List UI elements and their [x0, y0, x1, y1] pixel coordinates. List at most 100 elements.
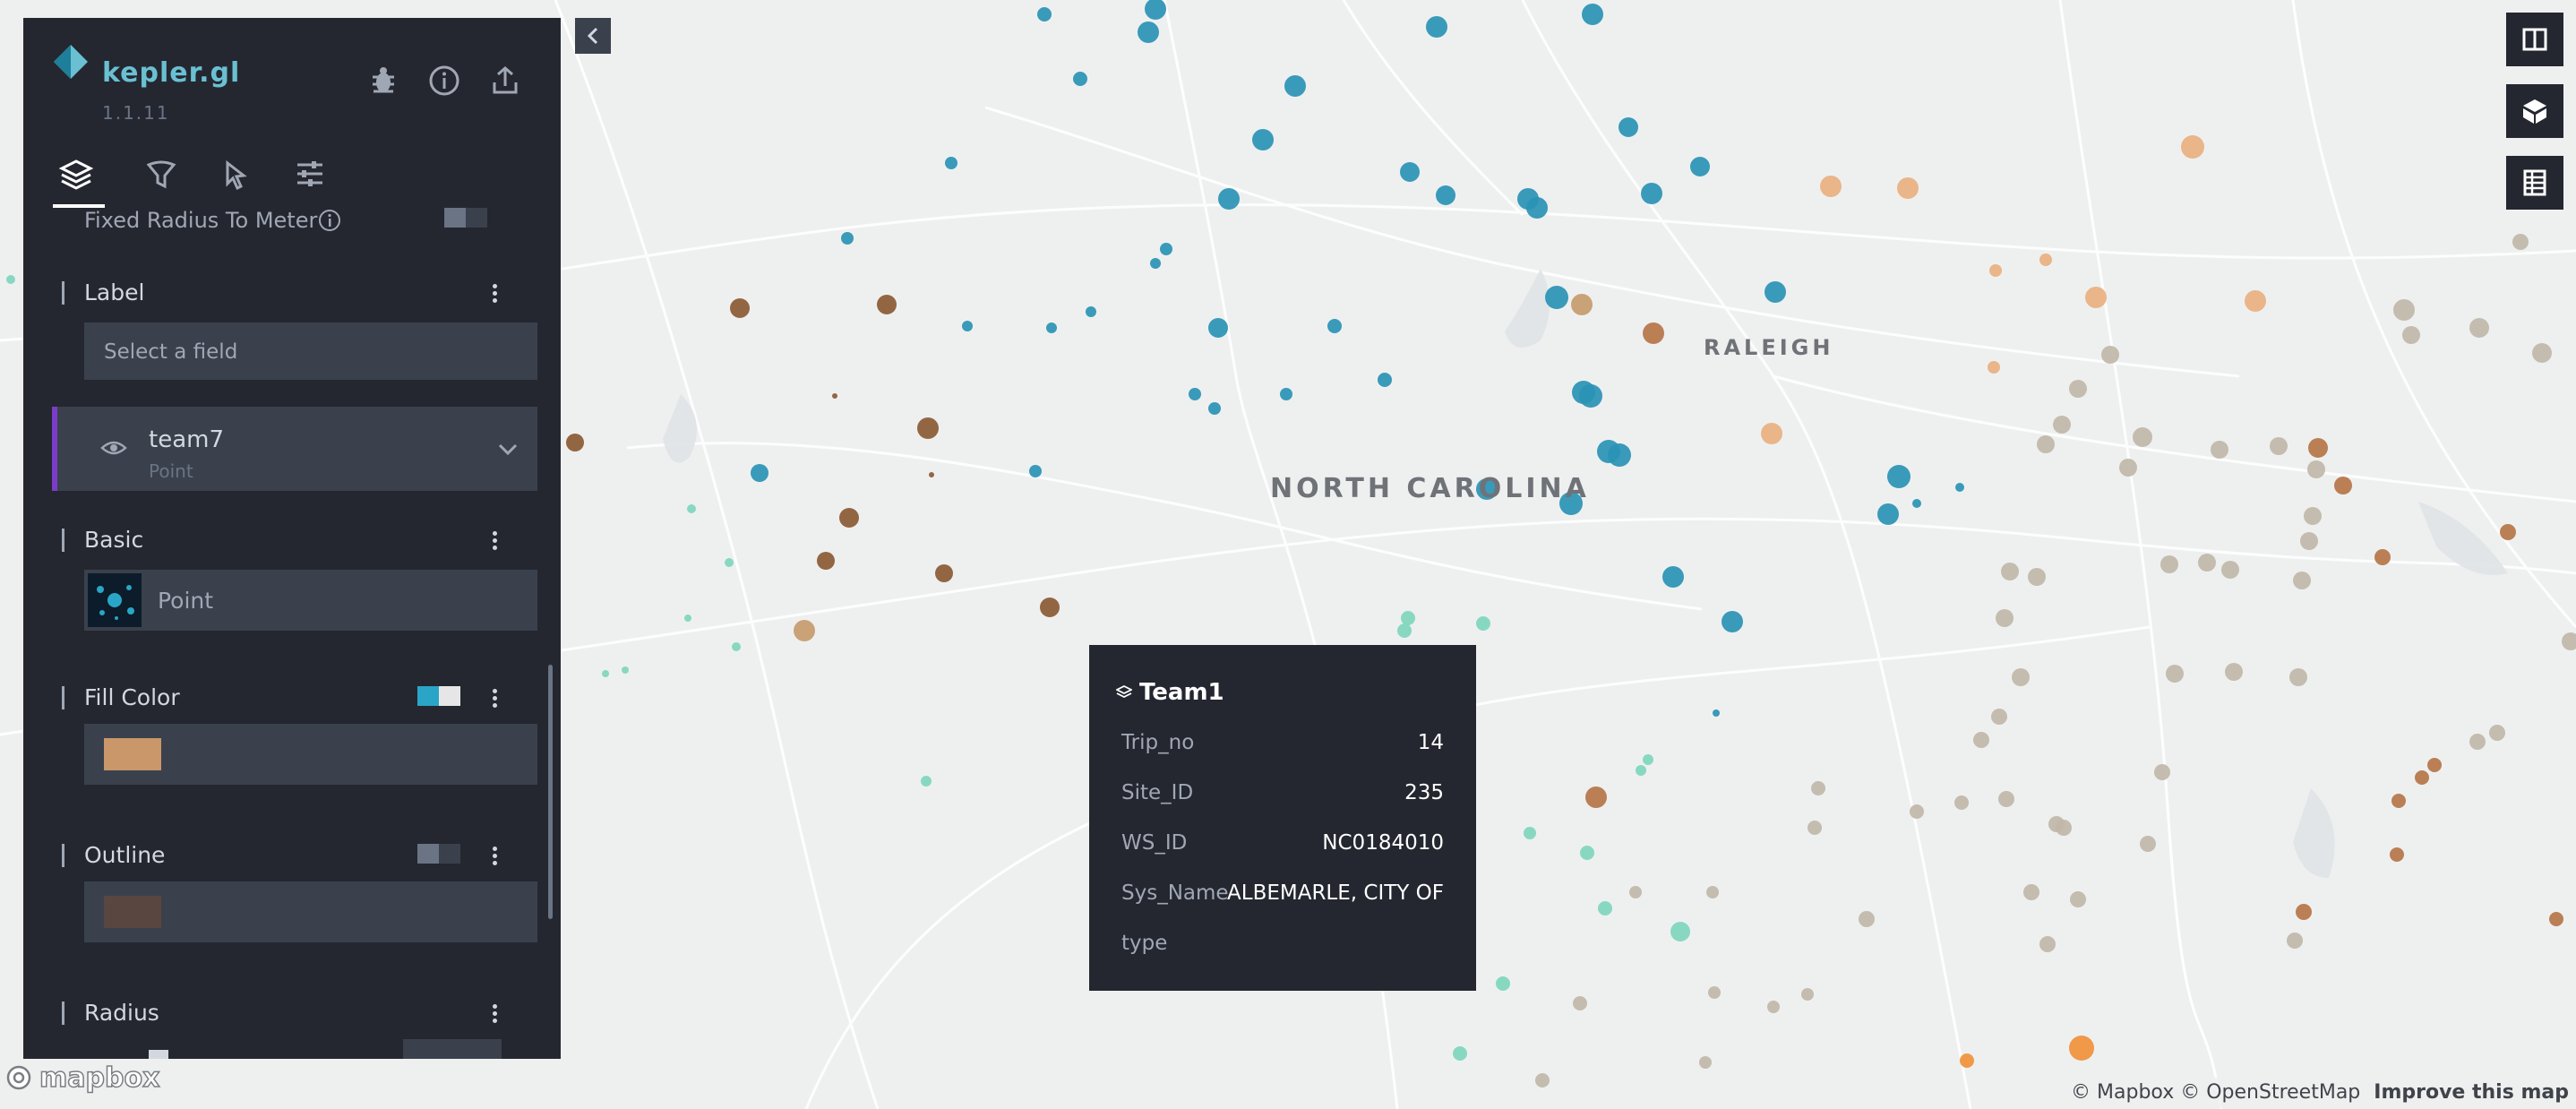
map-point[interactable]: [1619, 117, 1638, 137]
map-point[interactable]: [2289, 668, 2307, 686]
map-point[interactable]: [2225, 663, 2243, 681]
tab-filters[interactable]: [138, 152, 185, 206]
map-point[interactable]: [839, 508, 859, 528]
map-point[interactable]: [2532, 343, 2552, 363]
radius-input[interactable]: [403, 1039, 502, 1059]
map-point[interactable]: [2500, 524, 2516, 540]
map-point[interactable]: [2300, 532, 2318, 550]
map-point[interactable]: [1708, 986, 1721, 999]
map-point[interactable]: [1401, 611, 1415, 625]
map-point[interactable]: [1670, 922, 1690, 941]
layer-type-select[interactable]: Point: [84, 570, 537, 631]
map-point[interactable]: [1252, 129, 1274, 150]
map-point[interactable]: [1426, 16, 1447, 38]
map-point[interactable]: [1327, 319, 1342, 333]
radius-slider-handle[interactable]: [149, 1050, 168, 1059]
map-point[interactable]: [2211, 441, 2228, 459]
map-point[interactable]: [2415, 770, 2429, 785]
map-point[interactable]: [2053, 416, 2071, 434]
map-point[interactable]: [2287, 933, 2303, 949]
fill-color-menu-icon[interactable]: [489, 686, 500, 713]
radius-menu-icon[interactable]: [489, 1002, 500, 1028]
map-point[interactable]: [1571, 294, 1593, 315]
map-point[interactable]: [1160, 243, 1172, 255]
map-point[interactable]: [2512, 234, 2529, 250]
fill-color-picker[interactable]: [84, 724, 537, 785]
map-point[interactable]: [2402, 326, 2420, 344]
tab-map-style[interactable]: [287, 152, 333, 206]
map-point[interactable]: [1284, 75, 1306, 97]
map-point[interactable]: [794, 620, 815, 641]
map-point[interactable]: [2390, 847, 2404, 862]
map-point[interactable]: [1713, 709, 1720, 717]
map-point[interactable]: [1378, 373, 1392, 387]
layer-panel-header[interactable]: team7 Point: [52, 407, 537, 491]
map-point[interactable]: [2374, 549, 2391, 565]
map-point[interactable]: [945, 157, 957, 169]
map-point[interactable]: [1629, 886, 1642, 898]
map-point[interactable]: [2304, 507, 2322, 525]
map-point[interactable]: [1280, 388, 1292, 400]
map-point[interactable]: [2469, 318, 2489, 338]
map-point[interactable]: [1767, 1001, 1780, 1013]
map-point[interactable]: [2039, 254, 2052, 266]
map-point[interactable]: [1436, 185, 1455, 205]
map-point[interactable]: [2427, 758, 2442, 772]
outline-toggle[interactable]: [417, 844, 460, 864]
map-point[interactable]: [2133, 427, 2152, 447]
map-point[interactable]: [1138, 21, 1159, 43]
map-point[interactable]: [1761, 423, 1782, 444]
map-point[interactable]: [817, 552, 835, 570]
map-point[interactable]: [841, 232, 854, 245]
share-icon[interactable]: [487, 63, 523, 99]
map-point[interactable]: [1887, 465, 1911, 488]
outline-color-picker[interactable]: [84, 881, 537, 942]
map-point[interactable]: [1397, 623, 1412, 638]
map-point[interactable]: [2562, 632, 2576, 650]
map-point[interactable]: [832, 393, 837, 399]
map-point[interactable]: [2160, 555, 2178, 573]
map-point[interactable]: [2037, 435, 2055, 453]
bug-icon[interactable]: [365, 63, 401, 99]
map-point[interactable]: [687, 504, 696, 513]
map-point[interactable]: [1040, 597, 1060, 617]
map-point[interactable]: [2001, 563, 2019, 580]
map-point[interactable]: [725, 558, 734, 567]
map-point[interactable]: [2140, 836, 2156, 852]
map-point[interactable]: [566, 434, 584, 451]
split-map-button[interactable]: [2506, 13, 2563, 66]
map-point[interactable]: [1989, 264, 2002, 277]
map-point[interactable]: [730, 298, 750, 318]
map-point[interactable]: [2393, 299, 2415, 321]
map-point[interactable]: [1991, 709, 2007, 725]
map-point[interactable]: [732, 642, 741, 651]
map-point[interactable]: [2245, 290, 2266, 312]
map-point[interactable]: [1545, 286, 1568, 309]
map-point[interactable]: [1643, 322, 1664, 344]
map-point[interactable]: [1912, 499, 1921, 508]
map-point[interactable]: [2334, 477, 2352, 494]
map-point[interactable]: [602, 670, 609, 677]
info-icon[interactable]: [317, 208, 342, 233]
map-point[interactable]: [1954, 795, 1969, 810]
map-point[interactable]: [1535, 1073, 1550, 1088]
map-point[interactable]: [1598, 901, 1612, 916]
panel-scrollbar[interactable]: [548, 665, 553, 919]
map-point[interactable]: [1046, 322, 1057, 333]
eye-icon[interactable]: [100, 437, 127, 459]
map-point[interactable]: [1877, 503, 1899, 525]
map-point[interactable]: [1582, 4, 1603, 25]
map-point[interactable]: [1960, 1053, 1974, 1068]
map-point[interactable]: [684, 615, 691, 622]
map-point[interactable]: [2221, 561, 2239, 579]
map-point[interactable]: [2069, 1036, 2094, 1061]
map-point[interactable]: [1706, 886, 1719, 898]
map-point[interactable]: [2296, 904, 2312, 920]
map-point[interactable]: [1998, 791, 2014, 807]
map-point[interactable]: [1208, 318, 1228, 338]
map-point[interactable]: [1690, 157, 1710, 176]
map-point[interactable]: [1765, 281, 1786, 303]
map-point[interactable]: [2391, 794, 2406, 808]
tab-interactions[interactable]: [211, 152, 258, 206]
map-point[interactable]: [1608, 443, 1631, 467]
